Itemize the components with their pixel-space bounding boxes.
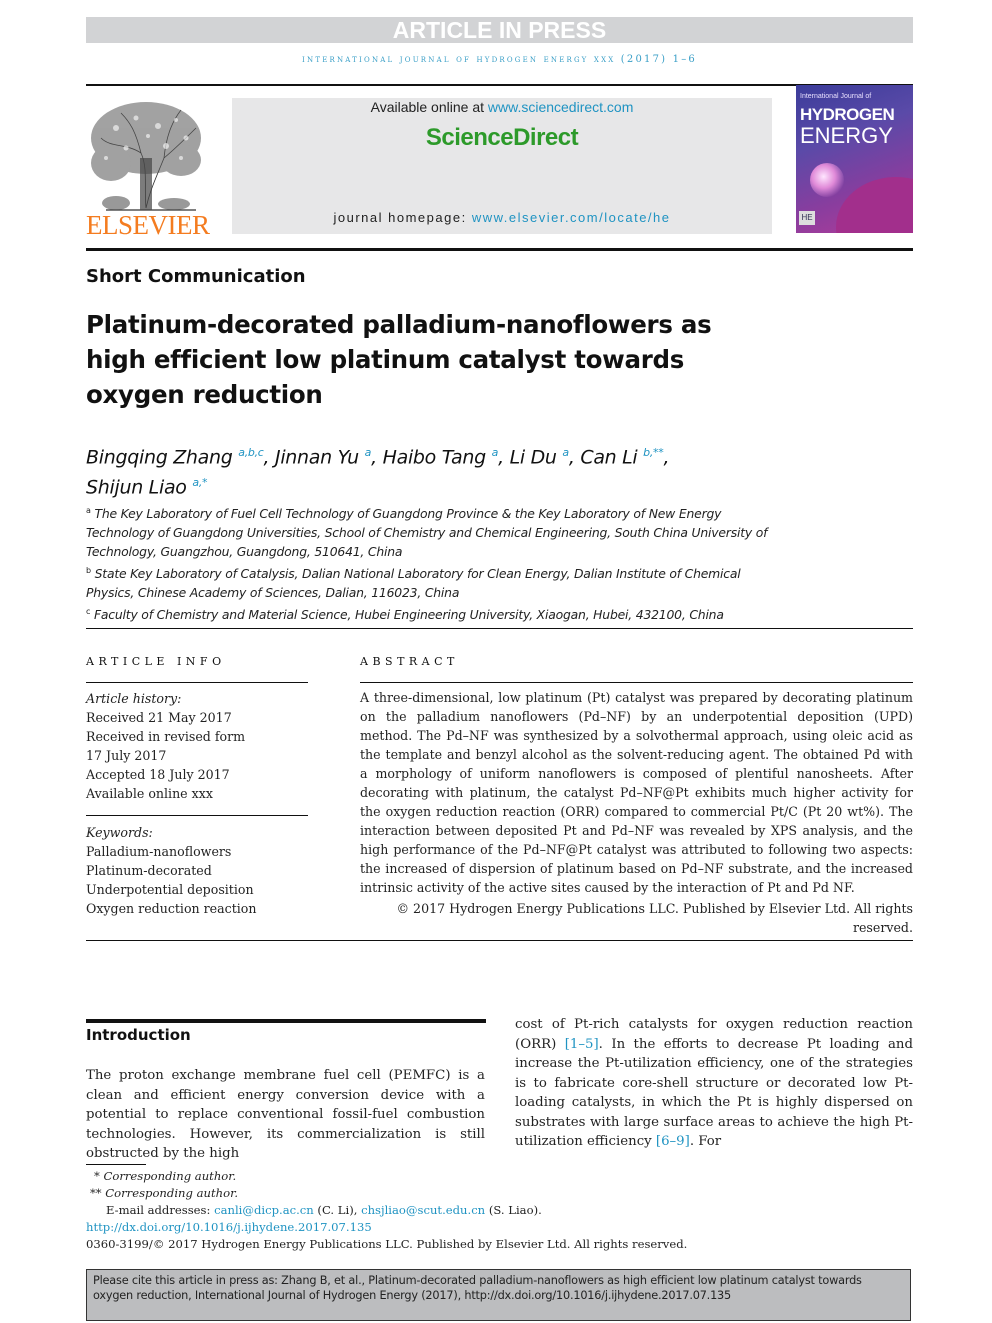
footnote-mark: ** <box>90 1186 102 1200</box>
footnote-corresponding-2: ** Corresponding author. <box>86 1185 806 1202</box>
introduction-rule <box>86 1019 486 1023</box>
email-label: E-mail addresses: <box>106 1203 215 1217</box>
article-info-heading: ARTICLE INFO <box>86 655 226 668</box>
cover-title-line2: ENERGY <box>800 123 893 148</box>
footnote-emails: E-mail addresses: canli@dicp.ac.cn (C. L… <box>86 1202 806 1219</box>
doi-line: http://dx.doi.org/10.1016/j.ijhydene.201… <box>86 1219 806 1236</box>
affiliation-text: The Key Laboratory of Fuel Cell Technolo… <box>86 506 768 560</box>
footnote-mark: * <box>94 1169 100 1183</box>
cover-title-line1: HYDROGEN <box>800 105 895 124</box>
citation-box: Please cite this article in press as: Zh… <box>86 1269 911 1321</box>
reference-link[interactable]: [6–9] <box>656 1134 690 1149</box>
article-type: Short Communication <box>86 266 306 287</box>
footnotes: * Corresponding author. ** Corresponding… <box>86 1168 806 1253</box>
affiliation-label: a <box>86 506 91 515</box>
abstract-text: A three-dimensional, low platinum (Pt) c… <box>360 690 913 895</box>
author-affiliation-mark[interactable]: a,b,c <box>238 446 264 459</box>
footnote-text: Corresponding author. <box>105 1186 239 1200</box>
article-history: Article history: Received 21 May 2017 Re… <box>86 689 308 803</box>
affiliation-item: a The Key Laboratory of Fuel Cell Techno… <box>86 501 786 561</box>
author-affiliation-mark[interactable]: a <box>492 446 499 459</box>
journal-homepage-label: journal homepage: <box>333 210 472 225</box>
keyword-item: Underpotential deposition <box>86 882 254 897</box>
article-info-divider <box>86 682 308 683</box>
keywords: Keywords: Palladium-nanoflowers Platinum… <box>86 823 308 918</box>
abstract-heading: ABSTRACT <box>360 655 459 668</box>
history-item: Available online xxx <box>86 786 213 801</box>
email-owner: (S. Liao). <box>485 1203 542 1217</box>
keywords-divider <box>86 815 308 816</box>
affiliation-item: b State Key Laboratory of Catalysis, Dal… <box>86 561 786 602</box>
author-name[interactable]: Shijun Liao <box>86 477 187 499</box>
section-divider <box>86 628 913 629</box>
author-name[interactable]: Can Li <box>580 446 637 468</box>
header-divider <box>86 84 913 86</box>
author-affiliation-mark[interactable]: a <box>562 446 569 459</box>
title-divider <box>86 248 913 251</box>
affiliation-text: Faculty of Chemistry and Material Scienc… <box>93 607 724 623</box>
author-affiliation-mark[interactable]: b,** <box>643 446 664 459</box>
available-online-label: Available online at <box>370 99 488 115</box>
author-name[interactable]: Jinnan Yu <box>275 446 359 468</box>
available-online-line: Available online at www.sciencedirect.co… <box>232 99 772 115</box>
history-item: 17 July 2017 <box>86 748 167 763</box>
affiliation-label: b <box>86 566 91 576</box>
paragraph-text: . For <box>689 1134 722 1149</box>
author-affiliation-mark[interactable]: a,* <box>192 476 207 489</box>
footnote-divider <box>86 1164 146 1165</box>
sciencedirect-link[interactable]: www.sciencedirect.com <box>488 99 634 115</box>
footnote-corresponding-1: * Corresponding author. <box>86 1168 806 1185</box>
introduction-paragraph: The proton exchange membrane fuel cell (… <box>86 1068 485 1161</box>
introduction-heading: Introduction <box>86 1026 191 1044</box>
abstract-divider <box>360 682 913 683</box>
cover-decoration <box>836 177 913 233</box>
article-title: Platinum-decorated palladium-nanoflowers… <box>86 310 712 409</box>
affiliation-label: c <box>86 607 91 617</box>
history-item: Received 21 May 2017 <box>86 710 232 725</box>
author-list: Bingqing Zhang a,b,c, Jinnan Yu a, Haibo… <box>86 446 670 499</box>
footnote-text: Corresponding author. <box>103 1169 237 1183</box>
article-in-press-banner: ARTICLE IN PRESS <box>86 17 913 43</box>
paragraph-text: . In the efforts to decrease Pt loading … <box>515 1036 913 1150</box>
cover-subtitle: International Journal of <box>800 93 872 100</box>
journal-homepage-line: journal homepage: www.elsevier.com/locat… <box>232 210 772 225</box>
abstract-copyright: © 2017 Hydrogen Energy Publications LLC.… <box>396 901 913 935</box>
history-item: Received in revised form <box>86 729 246 744</box>
affiliation-item: c Faculty of Chemistry and Material Scie… <box>86 602 786 624</box>
cover-badge: HE <box>799 211 815 225</box>
journal-running-header: INTERNATIONAL JOURNAL OF HYDROGEN ENERGY… <box>302 54 697 65</box>
reference-link[interactable]: [1–5] <box>565 1037 599 1052</box>
cover-orb-icon <box>810 163 844 197</box>
keyword-item: Platinum-decorated <box>86 863 212 878</box>
keywords-label: Keywords: <box>86 825 153 840</box>
author-name[interactable]: Bingqing Zhang <box>86 446 233 468</box>
email-link[interactable]: chsjliao@scut.edu.cn <box>361 1203 485 1217</box>
author-name[interactable]: Li Du <box>510 446 557 468</box>
journal-cover-image: International Journal of HYDROGEN ENERGY… <box>796 85 913 233</box>
journal-homepage-link[interactable]: www.elsevier.com/locate/he <box>472 210 671 225</box>
doi-link[interactable]: http://dx.doi.org/10.1016/j.ijhydene.201… <box>86 1220 372 1234</box>
affiliation-text: State Key Laboratory of Catalysis, Dalia… <box>86 566 741 601</box>
article-history-label: Article history: <box>86 691 182 706</box>
author-name[interactable]: Haibo Tang <box>383 446 487 468</box>
email-owner: (C. Li), <box>313 1203 362 1217</box>
sciencedirect-logo: ScienceDirect <box>425 124 579 151</box>
affiliations: a The Key Laboratory of Fuel Cell Techno… <box>86 501 786 624</box>
introduction-paragraph-continued: cost of Pt-rich catalysts for oxygen red… <box>515 1015 913 1152</box>
keyword-item: Oxygen reduction reaction <box>86 901 257 916</box>
elsevier-wordmark: ELSEVIER <box>86 210 210 240</box>
author-affiliation-mark[interactable]: a <box>365 446 372 459</box>
keyword-item: Palladium-nanoflowers <box>86 844 232 859</box>
email-link[interactable]: canli@dicp.ac.cn <box>214 1203 314 1217</box>
abstract-end-divider <box>86 940 913 941</box>
issn-copyright: 0360-3199/© 2017 Hydrogen Energy Publica… <box>86 1237 688 1251</box>
history-item: Accepted 18 July 2017 <box>86 767 230 782</box>
